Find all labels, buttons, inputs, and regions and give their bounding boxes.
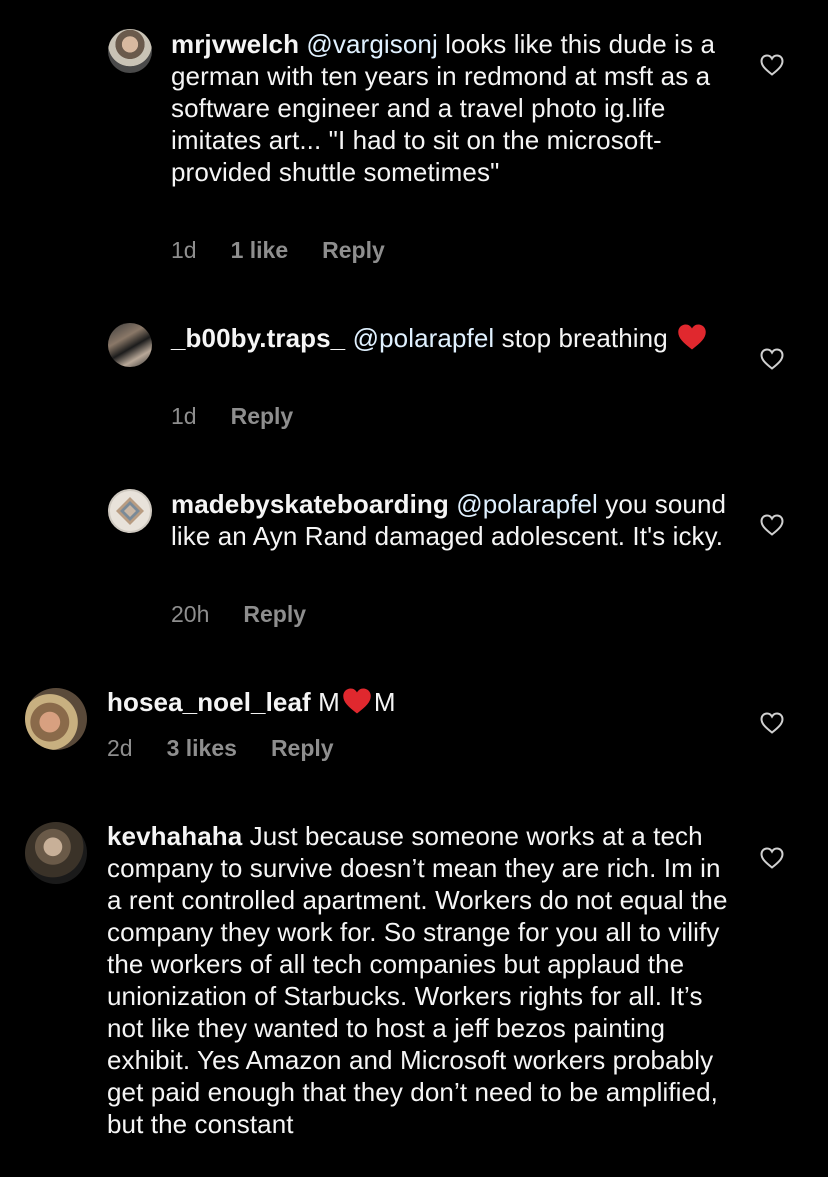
like-button[interactable] xyxy=(760,514,784,536)
avatar[interactable] xyxy=(108,489,152,533)
red-heart-emoji xyxy=(678,324,706,350)
like-button[interactable] xyxy=(760,348,784,370)
comment-text: _b00by.traps_ @polarapfel stop breathing xyxy=(171,322,731,354)
red-heart-emoji xyxy=(343,688,371,714)
likes-count[interactable]: 1 like xyxy=(231,237,289,264)
like-button[interactable] xyxy=(760,54,784,76)
mention-link[interactable]: @polarapfel xyxy=(353,323,495,353)
comment-body-end: M xyxy=(373,687,396,717)
avatar[interactable] xyxy=(108,29,152,73)
heart-outline-icon xyxy=(760,348,784,370)
comment-time: 1d xyxy=(171,237,197,263)
heart-outline-icon xyxy=(760,847,784,869)
comment-text: mrjvwelch @vargisonj looks like this dud… xyxy=(171,28,731,188)
comment-meta: 1d Reply xyxy=(171,403,327,430)
comment-text: hosea_noel_leaf M M xyxy=(107,686,732,718)
comment-time: 20h xyxy=(171,601,210,627)
comment-time: 2d xyxy=(107,735,133,761)
comment-body: stop breathing xyxy=(494,323,676,353)
heart-outline-icon xyxy=(760,712,784,734)
avatar[interactable] xyxy=(25,822,87,884)
reply-button[interactable]: Reply xyxy=(231,403,294,430)
comment-meta: 20h Reply xyxy=(171,601,340,628)
comment-text: madebyskateboarding @polarapfel you soun… xyxy=(171,488,731,552)
mention-link[interactable]: @polarapfel xyxy=(456,489,598,519)
username[interactable]: mrjvwelch xyxy=(171,29,299,59)
like-button[interactable] xyxy=(760,712,784,734)
comment-time: 1d xyxy=(171,403,197,429)
comment-body: Just because someone works at a tech com… xyxy=(107,821,728,1139)
comment-text: kevhahaha Just because someone works at … xyxy=(107,820,732,1140)
like-button[interactable] xyxy=(760,847,784,869)
comment-body: M xyxy=(310,687,340,717)
avatar[interactable] xyxy=(108,323,152,367)
reply-button[interactable]: Reply xyxy=(271,735,334,762)
mention-link[interactable]: @vargisonj xyxy=(306,29,437,59)
username[interactable]: kevhahaha xyxy=(107,821,242,851)
heart-outline-icon xyxy=(760,514,784,536)
comment-meta: 2d 3 likes Reply xyxy=(107,735,368,762)
likes-count[interactable]: 3 likes xyxy=(167,735,237,762)
comment-meta: 1d 1 like Reply xyxy=(171,237,419,264)
reply-button[interactable]: Reply xyxy=(243,601,306,628)
username[interactable]: madebyskateboarding xyxy=(171,489,449,519)
avatar-pattern xyxy=(116,497,144,525)
username[interactable]: hosea_noel_leaf xyxy=(107,687,311,717)
heart-outline-icon xyxy=(760,54,784,76)
avatar[interactable] xyxy=(25,688,87,750)
username[interactable]: _b00by.traps_ xyxy=(171,323,345,353)
reply-button[interactable]: Reply xyxy=(322,237,385,264)
